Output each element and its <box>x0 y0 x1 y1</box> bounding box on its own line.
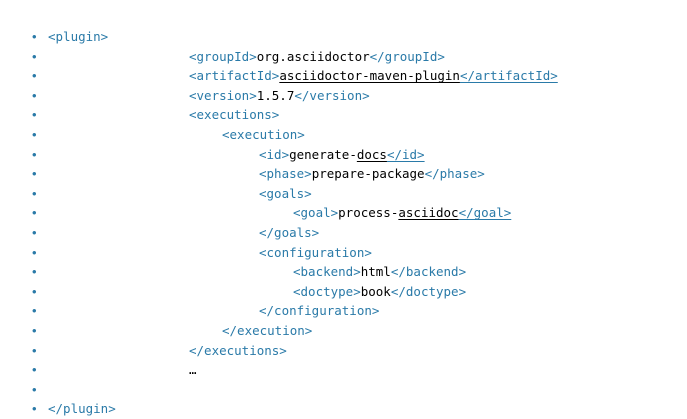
xml-tag: </groupId> <box>369 48 445 64</box>
xml-tag: <version> <box>189 87 257 103</box>
code-line: • <version>1.5.7</version> <box>0 86 687 106</box>
xml-tag: <execution> <box>222 127 305 142</box>
xml-tag: </id> <box>386 146 425 162</box>
xml-value: docs <box>356 146 387 162</box>
code-line: • <id>generate-docs</id> <box>0 145 687 165</box>
code-text: <artifactId>asciidoctor-maven-plugin</ar… <box>189 66 558 86</box>
xml-value: process- <box>338 205 399 221</box>
code-line: • <execution> <box>0 125 687 145</box>
code-line: • </executions> <box>0 341 687 361</box>
xml-tag: <groupId> <box>189 48 257 64</box>
bullet-icon: • <box>32 127 37 142</box>
code-text: <backend>html</backend> <box>293 262 466 282</box>
code-text: </goals> <box>259 223 319 243</box>
xml-value: … <box>189 362 197 378</box>
code-text: </plugin> <box>48 399 116 419</box>
code-line: • <box>0 380 687 400</box>
xml-value: generate- <box>289 146 357 162</box>
code-text: <plugin> <box>48 27 108 47</box>
bullet-icon: • <box>32 205 37 221</box>
bullet-icon: • <box>32 185 37 201</box>
bullet-icon: • <box>32 107 37 123</box>
code-text: <executions> <box>189 105 279 125</box>
xml-value: html <box>360 264 391 280</box>
code-text: <phase>prepare-package</phase> <box>259 164 485 184</box>
code-text: <id>generate-docs</id> <box>259 145 425 165</box>
code-text: <configuration> <box>259 243 372 263</box>
code-line: • <goals> <box>0 184 687 204</box>
xml-tag: <configuration> <box>259 244 372 260</box>
code-text: </configuration> <box>259 301 379 321</box>
xml-tag: <backend> <box>293 264 361 280</box>
xml-tag: <plugin> <box>48 29 109 44</box>
bullet-icon: • <box>32 29 37 44</box>
code-text: <goal>process-asciidoc</goal> <box>293 203 511 223</box>
bullet-icon: • <box>32 225 37 240</box>
bullet-icon: • <box>32 68 37 84</box>
code-line: •… <box>0 360 687 380</box>
code-line: • </goals> <box>0 223 687 243</box>
bullet-icon: • <box>32 401 37 417</box>
bullet-icon: • <box>32 303 37 319</box>
code-line: • </configuration> <box>0 301 687 321</box>
xml-value: prepare-package <box>311 166 425 182</box>
code-text: </execution> <box>222 321 312 341</box>
code-line: • <backend>html</backend> <box>0 262 687 282</box>
code-line: • <goal>process-asciidoc</goal> <box>0 203 687 223</box>
xml-tag: </execution> <box>222 323 313 338</box>
bullet-icon: • <box>32 264 37 280</box>
bullet-icon: • <box>32 323 37 338</box>
code-line: • <configuration> <box>0 243 687 263</box>
bullet-icon: • <box>32 48 37 64</box>
xml-value: book <box>360 283 391 299</box>
xml-tag: </goal> <box>458 205 512 221</box>
xml-tag: <id> <box>259 146 290 162</box>
code-text: <doctype>book</doctype> <box>293 282 466 302</box>
code-text: <version>1.5.7</version> <box>189 86 370 106</box>
xml-value: org.asciidoctor <box>256 48 370 64</box>
bullet-icon: • <box>32 87 37 103</box>
bullet-icon: • <box>32 146 37 162</box>
xml-tag: <goals> <box>259 185 312 201</box>
xml-tag: <goal> <box>293 205 339 221</box>
code-line: • <plugin> <box>0 27 687 47</box>
code-text: <execution> <box>222 125 305 145</box>
xml-tag: </executions> <box>189 342 287 358</box>
xml-tag: </version> <box>294 87 370 103</box>
xml-tag: </backend> <box>390 264 467 280</box>
code-text: <groupId>org.asciidoctor</groupId> <box>189 47 445 67</box>
xml-tag: <doctype> <box>293 283 361 299</box>
bullet-icon: • <box>32 342 37 358</box>
code-line: • </plugin> <box>0 399 687 419</box>
xml-tag: <phase> <box>259 166 312 182</box>
xml-value: 1.5.7 <box>256 87 295 103</box>
xml-value: asciidoctor-maven-plugin <box>279 68 460 84</box>
code-line: • <phase>prepare-package</phase> <box>0 164 687 184</box>
xml-tag: </goals> <box>259 225 320 240</box>
xml-tag: </doctype> <box>390 283 467 299</box>
bullet-icon: • <box>32 166 37 182</box>
xml-tag: <executions> <box>189 107 280 123</box>
bullet-icon: • <box>32 283 37 299</box>
xml-tag: </configuration> <box>259 303 380 319</box>
xml-snippet-document: • <plugin> • <groupId>org.asciidoctor</grou… <box>0 0 687 416</box>
xml-value: asciidoc <box>398 205 459 221</box>
code-text: <goals> <box>259 184 312 204</box>
code-line: • <executions> <box>0 105 687 125</box>
xml-tag: </artifactId> <box>459 68 558 84</box>
bullet-icon: • <box>32 381 37 397</box>
code-line: • <doctype>book</doctype> <box>0 282 687 302</box>
code-text: </executions> <box>189 341 287 361</box>
bullet-icon: • <box>32 244 37 260</box>
xml-tag: </phase> <box>424 166 485 182</box>
xml-tag: <artifactId> <box>189 68 280 84</box>
code-text: … <box>189 360 197 380</box>
code-line: • </execution> <box>0 321 687 341</box>
code-line: • <artifactId>asciidoctor-maven-plugin</a… <box>0 66 687 86</box>
bullet-icon: • <box>32 362 37 378</box>
code-line: • <groupId>org.asciidoctor</groupId> <box>0 47 687 67</box>
